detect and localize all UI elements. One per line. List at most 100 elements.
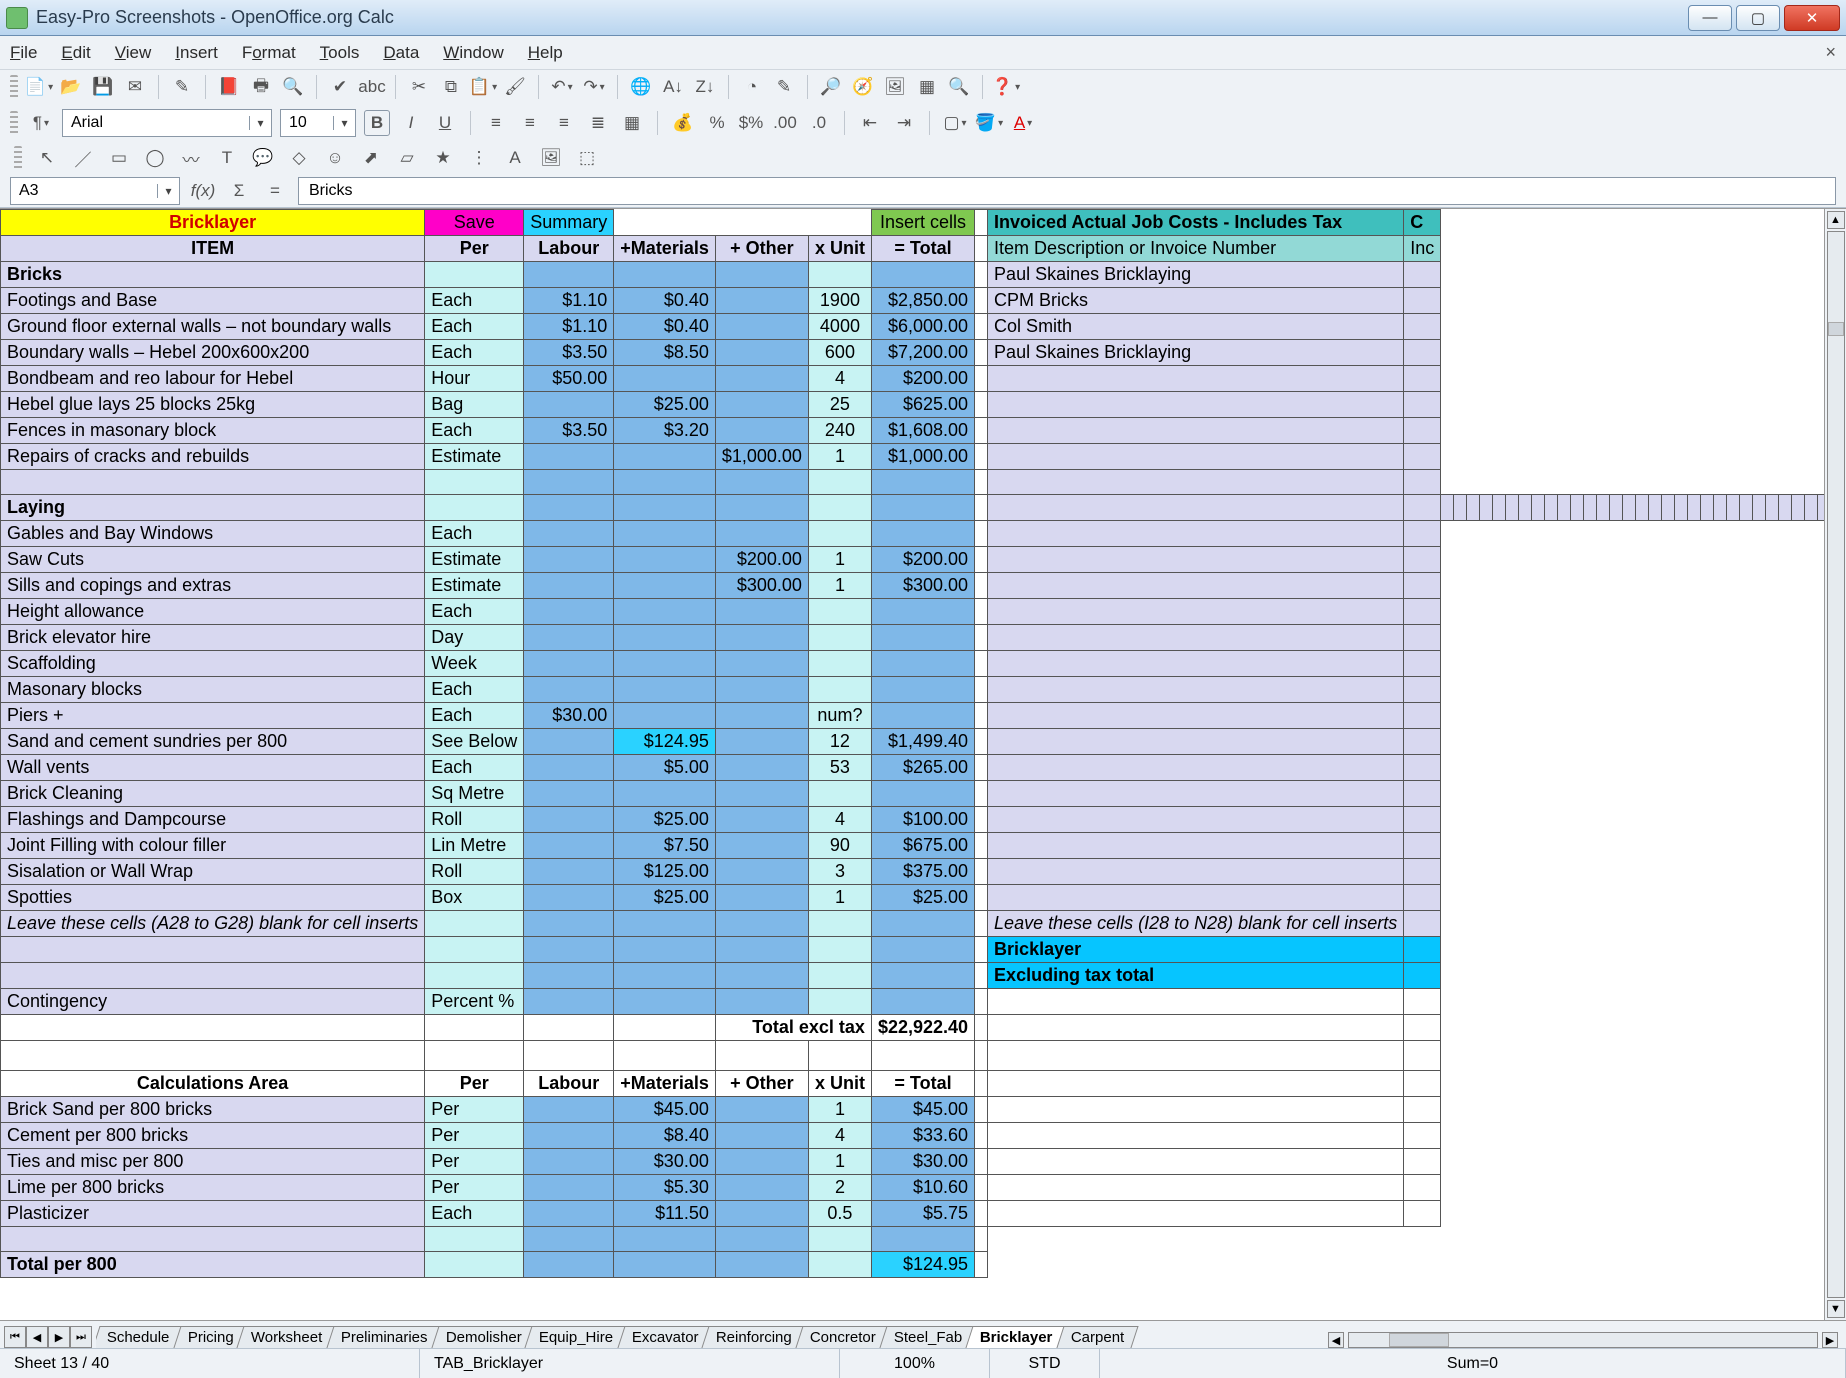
cut-icon[interactable]: ✂	[406, 74, 432, 100]
invoice-cell[interactable]: Paul Skaines Bricklaying	[988, 262, 1404, 288]
ellipse-icon[interactable]: ◯	[142, 145, 168, 171]
autospell-icon[interactable]: abc	[359, 74, 385, 100]
tab-next-icon[interactable]: ▶	[48, 1326, 70, 1348]
symbol-shapes-icon[interactable]: ☺	[322, 145, 348, 171]
cell-reference-box[interactable]: A3▾	[10, 177, 180, 205]
align-center-icon[interactable]: ≡	[517, 110, 543, 136]
invoice-cell[interactable]	[1404, 495, 1441, 521]
menu-window[interactable]: Window	[443, 43, 503, 63]
decrease-indent-icon[interactable]: ⇤	[857, 110, 883, 136]
toolbar-grip[interactable]	[14, 146, 22, 170]
invoice-cell[interactable]: Col Smith	[988, 314, 1404, 340]
stars-icon[interactable]: ★	[430, 145, 456, 171]
add-decimal-icon[interactable]: .00	[772, 110, 798, 136]
invoice-cell[interactable]	[1714, 495, 1727, 521]
invoice-cell[interactable]	[988, 1175, 1404, 1201]
format-paint-icon[interactable]: 🖌	[502, 74, 528, 100]
invoice-cell[interactable]	[1404, 444, 1441, 470]
invoice-cell[interactable]	[988, 547, 1404, 573]
rect-icon[interactable]: ▭	[106, 145, 132, 171]
maximize-button[interactable]: ▢	[1736, 5, 1780, 31]
invoice-cell[interactable]	[988, 1071, 1404, 1097]
callout-icon[interactable]: 💬	[250, 145, 276, 171]
invoice-cell[interactable]	[988, 573, 1404, 599]
borders-icon[interactable]: ▢	[942, 110, 968, 136]
font-name-combo[interactable]: Arial▾	[62, 109, 272, 137]
menu-insert[interactable]: Insert	[175, 43, 218, 63]
invoice-cell[interactable]	[1441, 495, 1454, 521]
status-mode[interactable]: STD	[990, 1349, 1100, 1378]
invoice-cell[interactable]	[1649, 495, 1662, 521]
invoice-cell[interactable]	[1404, 807, 1441, 833]
remove-decimal-icon[interactable]: .0	[806, 110, 832, 136]
sheet-tab[interactable]: Schedule	[96, 1326, 184, 1348]
invoice-cell[interactable]	[1688, 495, 1701, 521]
sheet-tab[interactable]: Steel_Fab	[879, 1326, 977, 1348]
hyperlink-icon[interactable]: 🌐	[628, 74, 654, 100]
invoice-cell[interactable]	[1636, 495, 1649, 521]
tab-prev-icon[interactable]: ◀	[26, 1326, 48, 1348]
undo-icon[interactable]: ↶	[549, 74, 575, 100]
bg-color-icon[interactable]: 🪣	[976, 110, 1002, 136]
invoice-cell[interactable]	[1404, 521, 1441, 547]
invoice-cell[interactable]	[1404, 729, 1441, 755]
number-format-icon[interactable]: $%	[738, 110, 764, 136]
invoice-cell[interactable]	[1404, 937, 1441, 963]
invoice-cell[interactable]	[1404, 781, 1441, 807]
invoice-cell[interactable]	[1805, 495, 1818, 521]
font-color-icon[interactable]: A	[1010, 110, 1036, 136]
invoice-cell[interactable]	[988, 1097, 1404, 1123]
tab-last-icon[interactable]: ⏭	[70, 1326, 92, 1348]
scroll-left-icon[interactable]: ◀	[1328, 1332, 1344, 1348]
menu-help[interactable]: Help	[528, 43, 563, 63]
sheet-tab[interactable]: Worksheet	[237, 1326, 338, 1348]
invoice-cell[interactable]	[1779, 495, 1792, 521]
preview-icon[interactable]: 🔍	[280, 74, 306, 100]
invoice-cell[interactable]	[1545, 495, 1558, 521]
invoice-cell[interactable]	[1467, 495, 1480, 521]
invoice-cell[interactable]	[988, 885, 1404, 911]
from-file-icon[interactable]: 🖼	[538, 145, 564, 171]
sheet-tab[interactable]: Reinforcing	[702, 1326, 807, 1348]
gallery-icon[interactable]: 🖼	[882, 74, 908, 100]
invoice-cell[interactable]	[1404, 599, 1441, 625]
invoice-cell[interactable]	[988, 366, 1404, 392]
open-icon[interactable]: 📂	[58, 74, 84, 100]
invoice-cell[interactable]	[988, 418, 1404, 444]
invoice-cell[interactable]	[1662, 495, 1675, 521]
minimize-button[interactable]: —	[1688, 5, 1732, 31]
invoice-cell[interactable]	[1404, 1015, 1441, 1041]
invoice-cell[interactable]	[988, 755, 1404, 781]
invoice-cell[interactable]: CPM Bricks	[988, 288, 1404, 314]
invoice-cell[interactable]	[1532, 495, 1545, 521]
invoice-cell[interactable]	[988, 1201, 1404, 1227]
invoice-cell[interactable]	[988, 1015, 1404, 1041]
invoice-cell[interactable]	[988, 729, 1404, 755]
function-icon[interactable]: =	[262, 178, 288, 204]
invoice-cell[interactable]	[1404, 340, 1441, 366]
redo-icon[interactable]: ↷	[581, 74, 607, 100]
invoice-cell[interactable]	[1404, 833, 1441, 859]
horizontal-scrollbar[interactable]: ◀ ▶	[1320, 1332, 1846, 1348]
show-draw-icon[interactable]: ✎	[771, 74, 797, 100]
invoice-cell[interactable]	[1727, 495, 1740, 521]
menu-edit[interactable]: Edit	[61, 43, 90, 63]
invoice-cell[interactable]	[1404, 911, 1441, 937]
invoice-cell[interactable]	[1404, 1097, 1441, 1123]
invoice-cell[interactable]	[1753, 495, 1766, 521]
increase-indent-icon[interactable]: ⇥	[891, 110, 917, 136]
invoice-cell[interactable]	[1404, 755, 1441, 781]
font-size-combo[interactable]: 10▾	[280, 109, 356, 137]
new-icon[interactable]: 📄	[26, 74, 52, 100]
line-icon[interactable]: ／	[70, 145, 96, 171]
currency-icon[interactable]: 💰	[670, 110, 696, 136]
scroll-right-icon[interactable]: ▶	[1822, 1332, 1838, 1348]
invoice-cell[interactable]	[988, 392, 1404, 418]
invoice-cell[interactable]	[988, 703, 1404, 729]
email-icon[interactable]: ✉	[122, 74, 148, 100]
align-justify-icon[interactable]: ≣	[585, 110, 611, 136]
invoice-cell[interactable]	[988, 833, 1404, 859]
points-icon[interactable]: ⋮	[466, 145, 492, 171]
invoice-cell[interactable]	[988, 651, 1404, 677]
invoice-cell[interactable]	[1454, 495, 1467, 521]
